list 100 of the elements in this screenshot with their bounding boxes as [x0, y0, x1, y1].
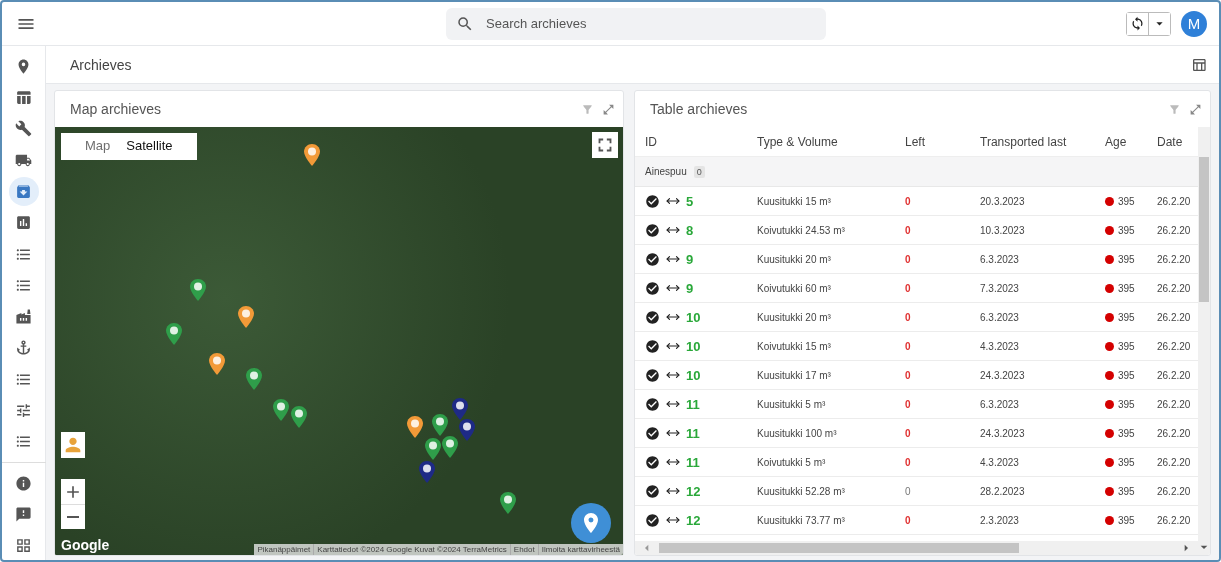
- table-cell: 0: [905, 456, 911, 468]
- table-cell: 2.3.2023: [980, 514, 1019, 526]
- table-cell: 0: [905, 224, 911, 236]
- check-icon: [645, 454, 660, 470]
- location-button[interactable]: [571, 503, 611, 543]
- table-cell: Kuusitukki 100 m³: [757, 427, 837, 439]
- check-icon: [645, 193, 660, 209]
- map-pin[interactable]: [442, 436, 458, 458]
- panel-title: Table archieves: [650, 101, 749, 117]
- map-pin[interactable]: [419, 461, 435, 483]
- table-cell: Kuusitukki 17 m³: [757, 369, 831, 381]
- attribution-link[interactable]: Ehdot: [509, 544, 538, 555]
- table-cell: 26.2.20: [1157, 340, 1191, 352]
- table-cell: 0: [905, 340, 911, 352]
- horizontal-scrollbar[interactable]: [635, 541, 1198, 555]
- search-icon: [456, 14, 474, 33]
- check-icon: [645, 512, 660, 528]
- table-cell: Koivutukki 5 m³: [757, 456, 826, 468]
- refresh-icon: [1130, 16, 1145, 31]
- table-cell: 10: [686, 309, 701, 325]
- table-cell: 6.3.2023: [980, 311, 1019, 323]
- map-type-tab[interactable]: Map: [79, 138, 117, 155]
- table-cell: 26.2.20: [1157, 514, 1191, 526]
- table-cell: 24.3.2023: [980, 369, 1025, 381]
- table-cell: 26.2.20: [1157, 398, 1191, 410]
- page-title: Archieves: [70, 56, 133, 73]
- table-cell: 6.3.2023: [980, 253, 1019, 265]
- table-cell: 395: [1118, 311, 1135, 323]
- map-pin[interactable]: [407, 416, 423, 438]
- vertical-scrollbar[interactable]: [1198, 127, 1210, 555]
- table-cell: 395: [1118, 195, 1135, 207]
- map-pin[interactable]: [304, 144, 320, 166]
- table-cell: 0: [905, 485, 911, 497]
- map-pin[interactable]: [273, 399, 289, 421]
- map-type-tab[interactable]: Satellite: [120, 138, 179, 155]
- group-label: Ainespuu: [645, 166, 687, 177]
- attribution-link[interactable]: Pikanäppäimet: [254, 544, 314, 555]
- map-pin[interactable]: [425, 438, 441, 460]
- table-cell: 395: [1118, 369, 1135, 381]
- check-icon: [645, 222, 660, 238]
- table-cell: 26.2.20: [1157, 369, 1191, 381]
- check-icon: [645, 483, 660, 499]
- table-cell: 395: [1118, 485, 1135, 497]
- table-cell: 4.3.2023: [980, 456, 1019, 468]
- panel-title: Map archieves: [70, 101, 163, 117]
- table-cell: 28.2.2023: [980, 485, 1025, 497]
- check-icon: [645, 367, 660, 383]
- map-pin[interactable]: [166, 323, 182, 345]
- table-cell: 12: [686, 512, 701, 528]
- map-pin[interactable]: [432, 414, 448, 436]
- table-cell: 26.2.20: [1157, 282, 1191, 294]
- table-cell: 10.3.2023: [980, 224, 1025, 236]
- check-icon: [645, 309, 660, 325]
- table-cell: 11: [686, 425, 700, 441]
- map-pin[interactable]: [452, 398, 468, 420]
- table-cell: 20.3.2023: [980, 195, 1025, 207]
- table-cell: Koivutukki 60 m³: [757, 282, 831, 294]
- table-cell: 0: [905, 253, 911, 265]
- map-pin[interactable]: [291, 406, 307, 428]
- map-pin[interactable]: [459, 419, 475, 441]
- check-icon: [645, 425, 660, 441]
- table-cell: 11: [686, 454, 700, 470]
- table-cell: 26.2.20: [1157, 311, 1191, 323]
- check-icon: [645, 251, 660, 267]
- table-cell: 26.2.20: [1157, 485, 1191, 497]
- attribution-link[interactable]: Ilmoita karttavirheestä: [537, 544, 623, 555]
- table-cell: Kuusitukki 20 m³: [757, 311, 831, 323]
- table-cell: 10: [686, 367, 701, 383]
- table-cell: 24.3.2023: [980, 427, 1025, 439]
- table-cell: 395: [1118, 427, 1135, 439]
- user-avatar[interactable]: M: [1181, 10, 1207, 37]
- table-cell: 9: [686, 251, 694, 267]
- search-field[interactable]: Search archieves: [446, 7, 826, 40]
- expand-icon[interactable]: [1189, 102, 1202, 116]
- map-pin[interactable]: [246, 368, 262, 390]
- attribution-link[interactable]: Karttatiedot ©2024 Google Kuvat ©2024 TerraMetrics: [313, 544, 510, 555]
- archive-icon[interactable]: [8, 177, 39, 206]
- table-cell: 7.3.2023: [980, 282, 1019, 294]
- table-cell: 11: [686, 396, 700, 412]
- map-pin[interactable]: [209, 353, 225, 375]
- table-cell: 5: [686, 193, 694, 209]
- group-count: 0: [693, 165, 705, 178]
- map-pin[interactable]: [238, 306, 254, 328]
- table-cell: 0: [905, 195, 911, 207]
- table-cell: 0: [905, 369, 911, 381]
- table-cell: 395: [1118, 398, 1135, 410]
- map-pin[interactable]: [500, 492, 516, 514]
- expand-icon[interactable]: [602, 102, 615, 116]
- satellite-map[interactable]: Map Satellite Google Pikanäppäimet Karttatiedot ©2024 Google Kuvat ©2024 TerraMetrics Ehdot Ilmoita karttavirheestä: [55, 127, 623, 555]
- table-cell: Kuusitukki 15 m³: [757, 195, 831, 207]
- table-cell: 395: [1118, 282, 1135, 294]
- table-cell: 395: [1118, 456, 1135, 468]
- table-cell: Kuusitukki 20 m³: [757, 253, 831, 265]
- fullscreen-button[interactable]: [592, 132, 618, 158]
- table-cell: Kuusitukki 73.77 m³: [757, 514, 845, 526]
- minus-icon: [67, 516, 79, 518]
- table-cell: Koivutukki 24.53 m³: [757, 224, 845, 236]
- map-pin[interactable]: [190, 279, 206, 301]
- table-cell: 395: [1118, 340, 1135, 352]
- table-cell: 26.2.20: [1157, 195, 1191, 207]
